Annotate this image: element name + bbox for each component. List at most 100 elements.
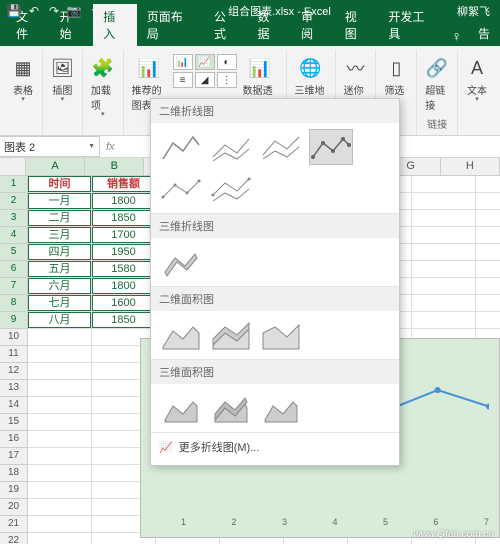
camera-icon[interactable]: 📷	[66, 3, 82, 19]
cell[interactable]: 1850	[92, 312, 156, 329]
row-header[interactable]: 2	[0, 193, 28, 210]
cell[interactable]	[412, 295, 476, 312]
cell[interactable]: 1580	[92, 261, 156, 278]
cell[interactable]	[412, 312, 476, 329]
redo-icon[interactable]: ↷	[46, 3, 62, 19]
cell[interactable]	[28, 516, 92, 533]
cell[interactable]	[476, 244, 500, 261]
cell[interactable]	[412, 261, 476, 278]
cell[interactable]	[28, 465, 92, 482]
chart-thumb-3d-area[interactable]	[159, 390, 203, 426]
row-header[interactable]: 3	[0, 210, 28, 227]
qat-dropdown-icon[interactable]: ▼	[86, 3, 102, 19]
row-header[interactable]: 6	[0, 261, 28, 278]
tab-formulas[interactable]: 公式	[204, 4, 248, 46]
cell[interactable]	[28, 431, 92, 448]
chart-thumb-stacked-line-markers[interactable]	[159, 171, 203, 207]
tab-data[interactable]: 数据	[248, 4, 292, 46]
row-header[interactable]: 21	[0, 516, 28, 533]
cell[interactable]: 1600	[92, 295, 156, 312]
tell-me-icon[interactable]: ♀	[446, 26, 469, 46]
cell[interactable]	[28, 482, 92, 499]
cell[interactable]	[28, 397, 92, 414]
chart-thumb-stacked-area[interactable]	[209, 317, 253, 353]
chart-thumb-3d-line[interactable]	[159, 244, 203, 280]
chart-type-pie-icon[interactable]: ◐	[217, 54, 237, 70]
chart-thumb-line-markers[interactable]	[309, 129, 353, 165]
row-header[interactable]: 19	[0, 482, 28, 499]
cell[interactable]: 1700	[92, 227, 156, 244]
row-header[interactable]: 8	[0, 295, 28, 312]
save-icon[interactable]: 💾	[6, 3, 22, 19]
cell[interactable]	[412, 193, 476, 210]
col-header[interactable]: H	[441, 158, 500, 176]
name-box[interactable]: 图表 2 ▼	[0, 136, 100, 157]
row-header[interactable]: 12	[0, 363, 28, 380]
cell[interactable]	[28, 363, 92, 380]
chart-type-column-icon[interactable]: 📊	[173, 54, 193, 70]
cell[interactable]	[28, 499, 92, 516]
cell[interactable]: 1800	[92, 278, 156, 295]
cell[interactable]: 五月	[28, 261, 92, 278]
cell[interactable]	[476, 261, 500, 278]
cell[interactable]: 1950	[92, 244, 156, 261]
chart-thumb-3d-100stacked-area[interactable]	[259, 390, 303, 426]
cell[interactable]: 八月	[28, 312, 92, 329]
chart-type-line-icon[interactable]: 📈	[195, 54, 215, 70]
cell[interactable]	[476, 193, 500, 210]
chart-thumb-100stacked-area[interactable]	[259, 317, 303, 353]
tab-review[interactable]: 审阅	[291, 4, 335, 46]
row-header[interactable]: 14	[0, 397, 28, 414]
chart-type-bar-icon[interactable]: ≡	[173, 72, 193, 88]
cell[interactable]: 销售额	[92, 176, 156, 193]
fx-icon[interactable]: fx	[100, 141, 121, 153]
cell[interactable]	[28, 380, 92, 397]
cell[interactable]: 四月	[28, 244, 92, 261]
cell[interactable]: 一月	[28, 193, 92, 210]
tab-tell[interactable]: 告	[468, 21, 500, 46]
cell[interactable]	[412, 176, 476, 193]
tables-button[interactable]: ▦ 表格 ▾	[8, 52, 38, 105]
addins-button[interactable]: 🧩 加载项 ▾	[87, 52, 119, 120]
namebox-dropdown-icon[interactable]: ▼	[88, 143, 95, 150]
cell[interactable]	[476, 176, 500, 193]
tab-dev[interactable]: 开发工具	[378, 4, 445, 46]
user-name[interactable]: 柳絮飞	[457, 3, 490, 19]
col-header[interactable]: A	[26, 158, 85, 176]
cell[interactable]: 三月	[28, 227, 92, 244]
row-header[interactable]: 17	[0, 448, 28, 465]
cell[interactable]	[28, 414, 92, 431]
text-button[interactable]: A 文本 ▾	[462, 52, 492, 105]
cell[interactable]: 七月	[28, 295, 92, 312]
tab-view[interactable]: 视图	[335, 4, 379, 46]
cell[interactable]	[476, 227, 500, 244]
cell[interactable]	[412, 227, 476, 244]
row-header[interactable]: 13	[0, 380, 28, 397]
row-header[interactable]: 11	[0, 346, 28, 363]
cell[interactable]: 二月	[28, 210, 92, 227]
row-header[interactable]: 18	[0, 465, 28, 482]
col-header[interactable]: B	[85, 158, 144, 176]
row-header[interactable]: 10	[0, 329, 28, 346]
cell[interactable]: 1850	[92, 210, 156, 227]
cell[interactable]: 六月	[28, 278, 92, 295]
cell[interactable]	[476, 295, 500, 312]
row-header[interactable]: 9	[0, 312, 28, 329]
row-header[interactable]: 16	[0, 431, 28, 448]
cell[interactable]	[28, 533, 92, 544]
chart-thumb-stacked-line[interactable]	[209, 129, 253, 165]
tab-layout[interactable]: 页面布局	[137, 4, 204, 46]
more-line-charts[interactable]: 📈 更多折线图(M)...	[151, 432, 399, 461]
cell[interactable]: 时间	[28, 176, 92, 193]
cell[interactable]	[28, 329, 92, 346]
cell[interactable]	[476, 312, 500, 329]
row-header[interactable]: 7	[0, 278, 28, 295]
cell[interactable]	[476, 210, 500, 227]
row-header[interactable]: 1	[0, 176, 28, 193]
illustrations-button[interactable]: 🖼 插图 ▾	[47, 52, 78, 105]
cell[interactable]	[28, 448, 92, 465]
row-header[interactable]: 4	[0, 227, 28, 244]
chart-thumb-3d-stacked-area[interactable]	[209, 390, 253, 426]
row-header[interactable]: 5	[0, 244, 28, 261]
hyperlink-button[interactable]: 🔗 超链接	[421, 52, 453, 114]
